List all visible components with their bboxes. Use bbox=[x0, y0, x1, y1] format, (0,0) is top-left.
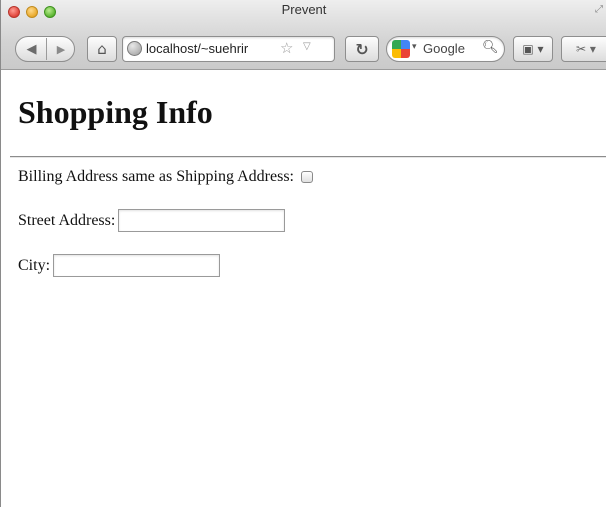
home-icon: ⌂ bbox=[97, 40, 107, 58]
page-content: Shopping Info Billing Address same as Sh… bbox=[1, 70, 606, 507]
window-title: Prevent bbox=[281, 2, 327, 17]
forward-button[interactable]: ▶ bbox=[49, 38, 73, 60]
search-engine-label[interactable]: Google bbox=[423, 41, 465, 56]
bookmarks-menu-button[interactable]: ▣ ▾ bbox=[513, 36, 553, 62]
back-button[interactable]: ◀ bbox=[17, 38, 47, 60]
city-row: City: bbox=[18, 254, 221, 277]
forward-arrow-icon: ▶ bbox=[56, 42, 66, 56]
billing-same-checkbox[interactable] bbox=[301, 171, 313, 183]
city-label: City: bbox=[18, 256, 51, 274]
billing-same-row: Billing Address same as Shipping Address… bbox=[18, 168, 313, 186]
browser-window: Prevent ⤢ ◀ ▶ ⌂ localhost/~suehrir ☆ ▽ ↻… bbox=[0, 0, 606, 507]
globe-icon bbox=[127, 41, 142, 56]
home-button[interactable]: ⌂ bbox=[87, 36, 117, 62]
back-arrow-icon: ◀ bbox=[26, 41, 37, 57]
search-bar[interactable]: ▾ Google 🔍︎ bbox=[386, 36, 505, 62]
chevron-down-icon[interactable]: ▽ bbox=[303, 41, 311, 52]
browser-toolbar: Prevent ⤢ ◀ ▶ ⌂ localhost/~suehrir ☆ ▽ ↻… bbox=[1, 0, 606, 70]
city-input[interactable] bbox=[53, 254, 221, 277]
google-icon[interactable] bbox=[392, 40, 410, 58]
street-address-input[interactable] bbox=[118, 209, 286, 232]
fullscreen-icon[interactable]: ⤢ bbox=[595, 4, 603, 15]
billing-same-label: Billing Address same as Shipping Address… bbox=[18, 168, 294, 185]
page-title: Shopping Info bbox=[18, 94, 213, 130]
navigation-buttons: ◀ ▶ bbox=[15, 36, 75, 62]
star-icon[interactable]: ☆ bbox=[280, 39, 293, 57]
street-address-row: Street Address: bbox=[18, 209, 286, 232]
address-bar[interactable]: localhost/~suehrir ☆ ▽ bbox=[122, 36, 335, 62]
reload-button[interactable]: ↻ bbox=[345, 36, 379, 62]
horizontal-rule bbox=[10, 156, 606, 158]
extension-icon: ✂ ▾ bbox=[576, 42, 596, 56]
reload-icon: ↻ bbox=[355, 39, 369, 59]
bookmark-icon: ▣ ▾ bbox=[522, 42, 544, 56]
extension-button[interactable]: ✂ ▾ bbox=[561, 36, 606, 62]
street-address-label: Street Address: bbox=[18, 211, 116, 229]
url-text[interactable]: localhost/~suehrir bbox=[146, 41, 281, 56]
magnifier-icon[interactable]: 🔍︎ bbox=[482, 40, 499, 55]
chevron-down-icon[interactable]: ▾ bbox=[412, 42, 417, 52]
